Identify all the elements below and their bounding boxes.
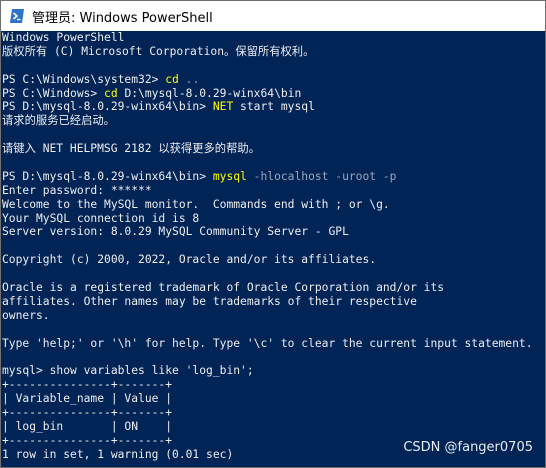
console-text-segment: Server version: 8.0.29 MySQL Community S… (2, 225, 349, 239)
console-line: 请求的服务已经启动。 (2, 114, 545, 128)
console-text-segment: D:\mysql-8.0.29-winx64\bin (117, 86, 302, 100)
console-line: PS D:\mysql-8.0.29-winx64\bin> mysql -hl… (2, 170, 545, 184)
console-text-segment: affiliates. Other names may be trademark… (2, 294, 417, 308)
console-line: Enter password: ****** (2, 184, 545, 198)
console-text-segment: Enter password: ****** (2, 183, 152, 197)
console-text-segment: | log_bin | ON | (2, 419, 173, 433)
console-text-segment: 版权所有 (C) Microsoft Corporation。保留所有权利。 (2, 44, 315, 58)
console-line: 版权所有 (C) Microsoft Corporation。保留所有权利。 (2, 45, 545, 59)
powershell-icon (10, 9, 24, 23)
console-text-segment: owners. (2, 308, 50, 322)
console-line: Your MySQL connection id is 8 (2, 212, 545, 226)
console-output[interactable]: Windows PowerShell 版权所有 (C) Microsoft Cor… (1, 31, 545, 467)
console-text-segment: Type 'help;' or '\h' for help. Type '\c'… (2, 336, 533, 350)
console-line: affiliates. Other names may be trademark… (2, 295, 545, 309)
console-text-segment: +---------------+-------+ (2, 406, 173, 420)
console-text-segment: cd (165, 72, 179, 86)
console-line: owners. (2, 309, 545, 323)
console-text-segment: PS C:\Windows> (2, 86, 105, 100)
console-text-segment: mysql> show variables like 'log_bin'; (2, 364, 254, 378)
console-text-segment: NET (212, 100, 234, 114)
console-text-segment: Windows PowerShell (2, 31, 125, 44)
console-line: PS C:\Windows> cd D:\mysql-8.0.29-winx64… (2, 87, 545, 101)
console-text-segment: .. (178, 72, 200, 86)
console-line: Windows PowerShell (2, 31, 545, 45)
console-text-segment: PS C:\Windows\system32> (2, 72, 166, 86)
console-text-segment: PS D:\mysql-8.0.29-winx64\bin> (2, 169, 213, 183)
console-line: +---------------+-------+ (2, 378, 545, 392)
console-text-segment: -hlocalhost -uroot -p (246, 169, 397, 183)
console-line: PS D:\mysql-8.0.29-winx64\bin> NET start… (2, 100, 545, 114)
console-line: Copyright (c) 2000, 2022, Oracle and/or … (2, 253, 545, 267)
console-text-segment: Copyright (c) 2000, 2022, Oracle and/or … (2, 253, 377, 267)
console-line: Oracle is a registered trademark of Orac… (2, 281, 545, 295)
console-text-segment: PS D:\mysql-8.0.29-winx64\bin> (2, 100, 213, 114)
console-line: Welcome to the MySQL monitor. Commands e… (2, 198, 545, 212)
title-bar[interactable]: 管理员: Windows PowerShell (1, 1, 545, 31)
console-line: +---------------+-------+ (2, 406, 545, 420)
console-text-segment: cd (104, 86, 118, 100)
console-line: Type 'help;' or '\h' for help. Type '\c'… (2, 337, 545, 351)
console-text-segment: | Variable_name | Value | (2, 392, 173, 406)
console-text-segment: 1 row in set, 1 warning (0.01 sec) (2, 447, 234, 461)
console-text-segment: Welcome to the MySQL monitor. Commands e… (2, 197, 390, 211)
watermark: CSDN @fanger0705 (403, 440, 533, 455)
console-line: | log_bin | ON | (2, 420, 545, 434)
console-line: PS C:\Windows\system32> cd .. (2, 73, 545, 87)
console-line: | Variable_name | Value | (2, 392, 545, 406)
console-line: mysql> show variables like 'log_bin'; (2, 364, 545, 378)
console-text-segment: mysql (212, 169, 247, 183)
console-text-segment: 请键入 NET HELPMSG 2182 以获得更多的帮助。 (2, 142, 260, 156)
console-text-segment: start mysql (233, 100, 315, 114)
console-line: Server version: 8.0.29 MySQL Community S… (2, 225, 545, 239)
console-text-segment: 请求的服务已经启动。 (2, 114, 115, 128)
console-text-segment: +---------------+-------+ (2, 433, 173, 447)
console-text-segment: +---------------+-------+ (2, 378, 173, 392)
window-title: 管理员: Windows PowerShell (32, 10, 213, 26)
powershell-window: 管理员: Windows PowerShell Windows PowerShe… (0, 0, 546, 468)
console-line: 请键入 NET HELPMSG 2182 以获得更多的帮助。 (2, 142, 545, 156)
console-text-segment: Oracle is a registered trademark of Orac… (2, 281, 445, 295)
console-text-segment: Your MySQL connection id is 8 (2, 211, 200, 225)
